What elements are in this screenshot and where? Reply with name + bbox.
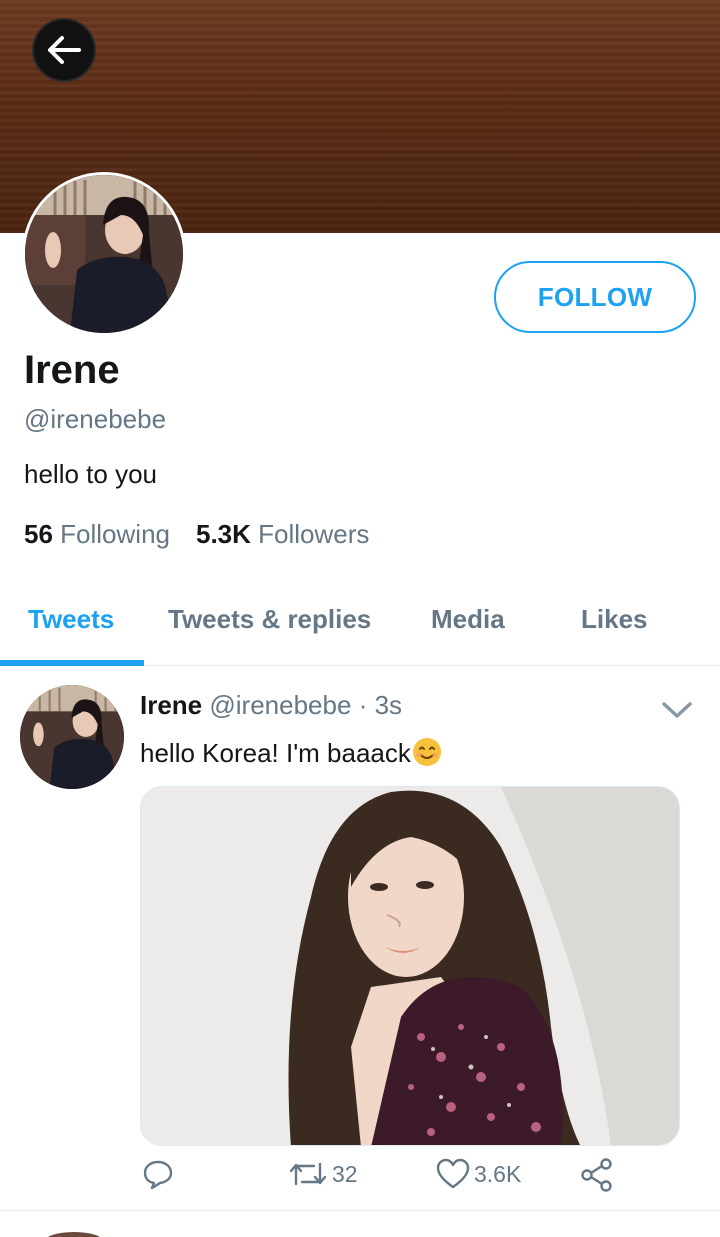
profile-tabs: Tweets Tweets & replies Media Likes (0, 590, 720, 666)
profile-handle: @irenebebe (24, 404, 167, 434)
profile-stats: 56 Following 5.3K Followers (24, 519, 369, 550)
follow-button[interactable]: FOLLOW (494, 261, 696, 333)
tab-tweets-replies[interactable]: Tweets & replies (168, 604, 371, 635)
profile-name: Irene (24, 348, 120, 392)
active-tab-indicator (0, 660, 144, 666)
tweet-photo (141, 787, 679, 1145)
tweet-author-handle[interactable]: @irenebebe (209, 690, 351, 720)
tab-media[interactable]: Media (431, 604, 505, 635)
retweet-count: 32 (332, 1160, 358, 1187)
like-button[interactable]: 3.6K (436, 1158, 521, 1190)
tab-tweets[interactable]: Tweets (28, 604, 114, 635)
tweet-separator: · (358, 690, 368, 720)
followers-label: Followers (258, 519, 370, 549)
tweet-divider (0, 1210, 720, 1211)
retweet-button[interactable]: 32 (288, 1158, 358, 1190)
tweet-body: hello Korea! I'm baaack (140, 738, 411, 768)
chevron-down-icon[interactable] (660, 696, 694, 724)
share-button[interactable] (580, 1158, 614, 1192)
tweet-image[interactable] (140, 786, 680, 1146)
smiling-face-icon (412, 738, 441, 766)
following-link[interactable]: 56 Following (24, 519, 170, 550)
reply-bubble-icon (143, 1160, 173, 1190)
heart-icon (436, 1158, 470, 1189)
tab-likes[interactable]: Likes (581, 604, 648, 635)
profile-bio: hello to you (24, 459, 157, 489)
arrow-left-icon (48, 36, 81, 64)
followers-link[interactable]: 5.3K Followers (196, 519, 369, 550)
next-tweet-avatar[interactable] (44, 1232, 104, 1237)
back-button[interactable] (32, 18, 96, 82)
like-count: 3.6K (474, 1160, 522, 1187)
following-label: Following (60, 519, 170, 549)
profile-avatar[interactable] (22, 172, 186, 336)
tweet-author-name[interactable]: Irene (140, 690, 202, 720)
followers-count: 5.3K (195, 519, 251, 549)
retweet-icon (289, 1162, 327, 1186)
tweet-actions: 32 3.6K (140, 1158, 680, 1202)
share-icon (581, 1158, 612, 1192)
profile-photo (25, 175, 183, 333)
tweet-text: hello Korea! I'm baaack (140, 736, 443, 769)
reply-button[interactable] (142, 1158, 174, 1190)
tweet-avatar-photo (20, 685, 124, 789)
following-count: 56 (24, 519, 53, 549)
tweet-timestamp: 3s (374, 690, 403, 720)
tweet-avatar[interactable] (20, 685, 124, 789)
tweet-header: Irene @irenebebe · 3s (140, 690, 402, 721)
